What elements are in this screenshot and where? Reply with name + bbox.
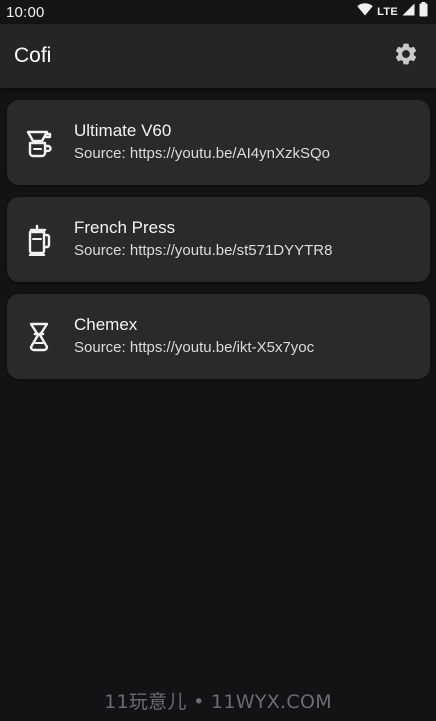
status-time: 10:00 [6,3,45,21]
status-icons: LTE [357,2,428,22]
recipe-text: French Press Source: https://youtu.be/st… [67,217,430,262]
settings-button[interactable] [390,40,422,72]
v60-dripper-icon [7,100,67,185]
french-press-icon [7,197,67,282]
app-title: Cofi [14,44,52,67]
status-bar: 10:00 LTE [0,0,436,24]
app-bar: Cofi [0,24,436,88]
recipe-card-chemex[interactable]: Chemex Source: https://youtu.be/ikt-X5x7… [7,294,430,379]
wifi-icon [357,3,373,21]
watermark: 11玩意儿 • 11WYX.COM [104,691,332,713]
recipe-source: Source: https://youtu.be/ikt-X5x7yoc [74,339,315,356]
app-screen: 10:00 LTE Cofi Ultimate V60 Source: http… [0,0,436,721]
cell-signal-icon [402,3,415,21]
recipe-card-french-press[interactable]: French Press Source: https://youtu.be/st… [7,197,430,282]
network-type-label: LTE [377,6,398,18]
recipe-source: Source: https://youtu.be/st571DYYTR8 [74,242,333,259]
recipe-list: Ultimate V60 Source: https://youtu.be/AI… [7,100,430,391]
chemex-icon [7,294,67,379]
recipe-name: French Press [74,218,176,237]
gear-icon [393,41,419,72]
recipe-text: Ultimate V60 Source: https://youtu.be/AI… [67,120,430,165]
recipe-name: Chemex [74,315,138,334]
recipe-text: Chemex Source: https://youtu.be/ikt-X5x7… [67,314,430,359]
recipe-card-ultimate-v60[interactable]: Ultimate V60 Source: https://youtu.be/AI… [7,100,430,185]
recipe-name: Ultimate V60 [74,121,172,140]
recipe-source: Source: https://youtu.be/AI4ynXzkSQo [74,145,330,162]
battery-icon [419,2,428,22]
